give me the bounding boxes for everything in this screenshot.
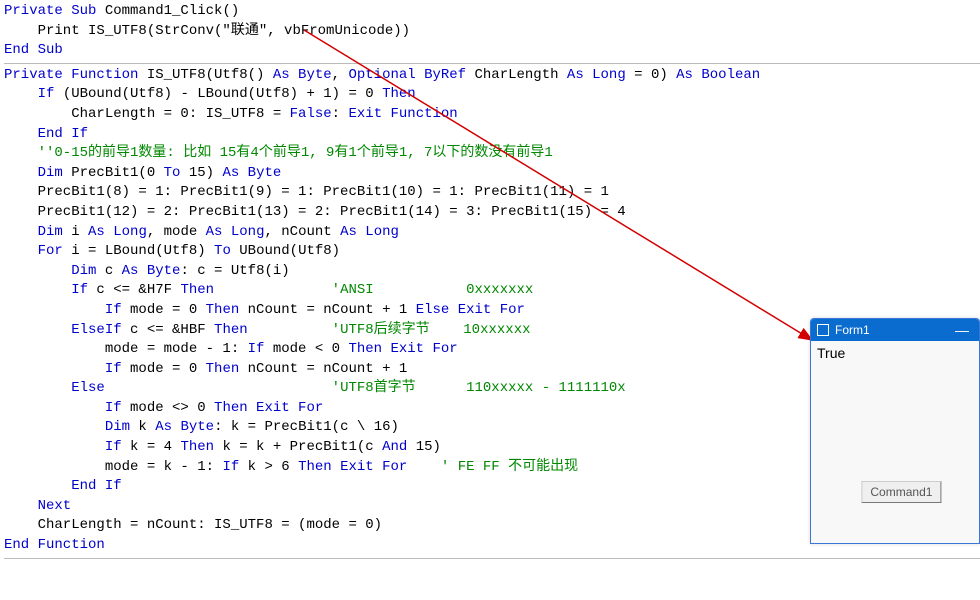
code-line: If (UBound(Utf8) - LBound(Utf8) + 1) = 0…	[4, 86, 416, 102]
form-titlebar[interactable]: Form1 —	[811, 319, 979, 341]
code-line: End If	[4, 126, 88, 142]
form-title: Form1	[835, 323, 870, 337]
code-line: If mode <> 0 Then Exit For	[4, 400, 323, 416]
code-line: ''0-15的前导1数量: 比如 15有4个前导1, 9有1个前导1, 7以下的…	[4, 145, 553, 161]
code-line: If c <= &H7F Then 'ANSI 0xxxxxxx	[4, 282, 533, 298]
form-client-area: True	[811, 341, 979, 365]
code-line: PrecBit1(8) = 1: PrecBit1(9) = 1: PrecBi…	[4, 184, 609, 200]
code-line: Dim i As Long, mode As Long, nCount As L…	[4, 224, 399, 240]
code-line: ElseIf c <= &HBF Then 'UTF8后续字节 10xxxxxx	[4, 322, 531, 338]
minimize-button[interactable]: —	[951, 323, 973, 337]
code-line: CharLength = nCount: IS_UTF8 = (mode = 0…	[4, 517, 382, 533]
print-output: True	[817, 345, 845, 361]
code-line: Dim PrecBit1(0 To 15) As Byte	[4, 165, 281, 181]
code-line: mode = k - 1: If k > 6 Then Exit For ' F…	[4, 459, 578, 475]
code-line: If mode = 0 Then nCount = nCount + 1 Els…	[4, 302, 525, 318]
command1-button[interactable]: Command1	[861, 481, 941, 503]
code-line: Print IS_UTF8(StrConv("联通", vbFromUnicod…	[4, 23, 410, 39]
form-icon	[817, 324, 829, 336]
code-line: End Function	[4, 537, 105, 553]
code-line: mode = mode - 1: If mode < 0 Then Exit F…	[4, 341, 458, 357]
code-line: For i = LBound(Utf8) To UBound(Utf8)	[4, 243, 340, 259]
vb-form-window[interactable]: Form1 — True Command1	[810, 318, 980, 544]
code-line: CharLength = 0: IS_UTF8 = False: Exit Fu…	[4, 106, 458, 122]
section-divider	[4, 63, 980, 64]
code-line: Dim k As Byte: k = PrecBit1(c \ 16)	[4, 419, 399, 435]
code-line: End If	[4, 478, 122, 494]
code-line: Private Function IS_UTF8(Utf8() As Byte,…	[4, 67, 760, 83]
code-line: Private Sub Command1_Click()	[4, 3, 239, 19]
code-line: Next	[4, 498, 71, 514]
code-line: Else 'UTF8首字节 110xxxxx - 1111110x	[4, 380, 626, 396]
code-line: End Sub	[4, 42, 63, 58]
code-line: PrecBit1(12) = 2: PrecBit1(13) = 2: Prec…	[4, 204, 626, 220]
code-line: Dim c As Byte: c = Utf8(i)	[4, 263, 290, 279]
section-divider	[4, 558, 980, 559]
code-line: If k = 4 Then k = k + PrecBit1(c And 15)	[4, 439, 441, 455]
code-line: If mode = 0 Then nCount = nCount + 1	[4, 361, 407, 377]
